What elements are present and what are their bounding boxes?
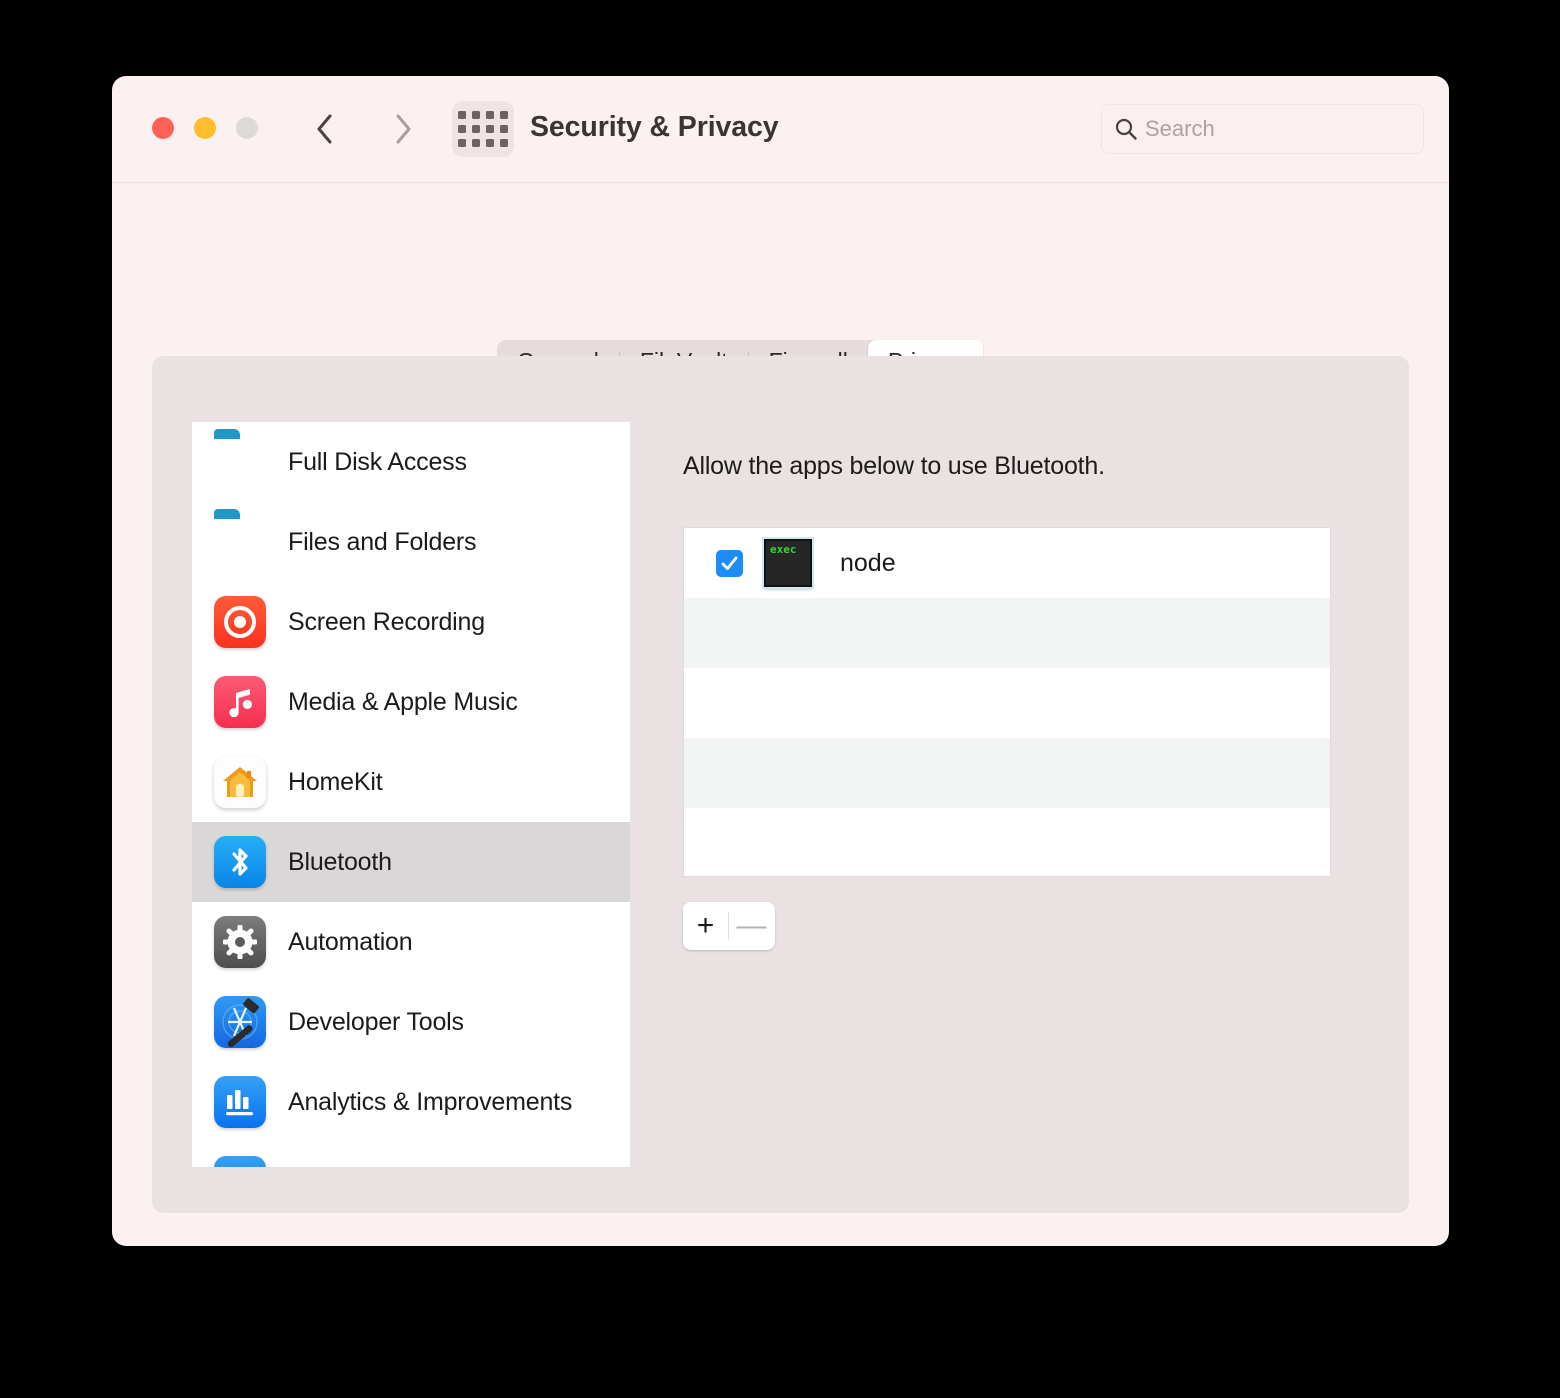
sidebar-item-label: Bluetooth <box>288 847 392 876</box>
show-all-preferences-button[interactable] <box>452 101 514 157</box>
sidebar-item-label: Analytics & Improvements <box>288 1087 573 1116</box>
app-grid-icon <box>458 111 508 147</box>
megaphone-icon <box>214 1156 266 1167</box>
pane-caption: Allow the apps below to use Bluetooth. <box>683 452 1105 480</box>
window-toolbar: Security & Privacy Search <box>112 76 1449 183</box>
chevron-right-icon <box>396 114 411 144</box>
table-row-empty <box>684 808 1330 876</box>
page-title: Security & Privacy <box>530 111 779 143</box>
window-body: General FileVault Firewall Privacy Full … <box>112 183 1449 1246</box>
sidebar-item-label: Files and Folders <box>288 527 477 556</box>
traffic-light-buttons <box>152 117 258 139</box>
house-icon <box>214 756 266 808</box>
add-remove-button-group: + — <box>683 902 775 950</box>
search-field[interactable]: Search <box>1101 104 1424 154</box>
add-app-button[interactable]: + <box>683 902 728 950</box>
folder-icon <box>214 436 266 488</box>
privacy-panel: Full Disk Access Files and Folders Scree… <box>152 356 1409 1213</box>
sidebar-item-homekit[interactable]: HomeKit <box>192 742 630 822</box>
zoom-button[interactable] <box>236 117 258 139</box>
table-row[interactable]: exec node <box>684 528 1330 598</box>
remove-app-button: — <box>736 909 767 942</box>
sidebar-item-apple-advertising[interactable]: Apple Advertising <box>192 1142 630 1167</box>
exec-terminal-icon: exec <box>764 539 812 587</box>
sidebar-item-label: Automation <box>288 927 413 956</box>
bar-chart-icon <box>214 1076 266 1128</box>
window-footer: Click the lock to make changes. Advanced… <box>112 1215 1449 1246</box>
forward-button[interactable] <box>386 112 420 146</box>
search-icon <box>1114 117 1138 141</box>
sidebar-item-analytics-improvements[interactable]: Analytics & Improvements <box>192 1062 630 1142</box>
checkmark-icon <box>721 556 738 570</box>
close-button[interactable] <box>152 117 174 139</box>
record-icon <box>214 596 266 648</box>
privacy-category-list[interactable]: Full Disk Access Files and Folders Scree… <box>192 422 630 1167</box>
search-placeholder: Search <box>1145 116 1215 141</box>
sidebar-item-label: HomeKit <box>288 767 383 796</box>
sidebar-item-label: Screen Recording <box>288 607 485 636</box>
sidebar-item-full-disk-access[interactable]: Full Disk Access <box>192 422 630 502</box>
sidebar-item-label: Full Disk Access <box>288 447 467 476</box>
music-note-icon <box>214 676 266 728</box>
gear-icon <box>214 916 266 968</box>
table-row-empty <box>684 668 1330 738</box>
sidebar-item-automation[interactable]: Automation <box>192 902 630 982</box>
table-row-empty <box>684 738 1330 808</box>
back-button[interactable] <box>308 112 342 146</box>
allowed-apps-list[interactable]: exec node <box>683 527 1331 877</box>
table-row-empty <box>684 598 1330 668</box>
bluetooth-detail-pane: Allow the apps below to use Bluetooth. e… <box>650 422 1368 1167</box>
app-allow-checkbox[interactable] <box>716 549 743 577</box>
security-privacy-window: Security & Privacy Search General FileVa… <box>112 76 1449 1246</box>
sidebar-item-screen-recording[interactable]: Screen Recording <box>192 582 630 662</box>
sidebar-item-files-and-folders[interactable]: Files and Folders <box>192 502 630 582</box>
sidebar-item-bluetooth[interactable]: Bluetooth <box>192 822 630 902</box>
hammer-icon <box>214 996 266 1048</box>
sidebar-item-media-apple-music[interactable]: Media & Apple Music <box>192 662 630 742</box>
sidebar-item-label: Media & Apple Music <box>288 687 518 716</box>
sidebar-item-developer-tools[interactable]: Developer Tools <box>192 982 630 1062</box>
exec-icon-label: exec <box>770 543 797 556</box>
sidebar-item-label: Developer Tools <box>288 1007 464 1036</box>
app-name: node <box>840 548 896 577</box>
folder-icon <box>214 516 266 568</box>
bluetooth-icon <box>214 836 266 888</box>
chevron-left-icon <box>317 114 332 144</box>
minimize-button[interactable] <box>194 117 216 139</box>
